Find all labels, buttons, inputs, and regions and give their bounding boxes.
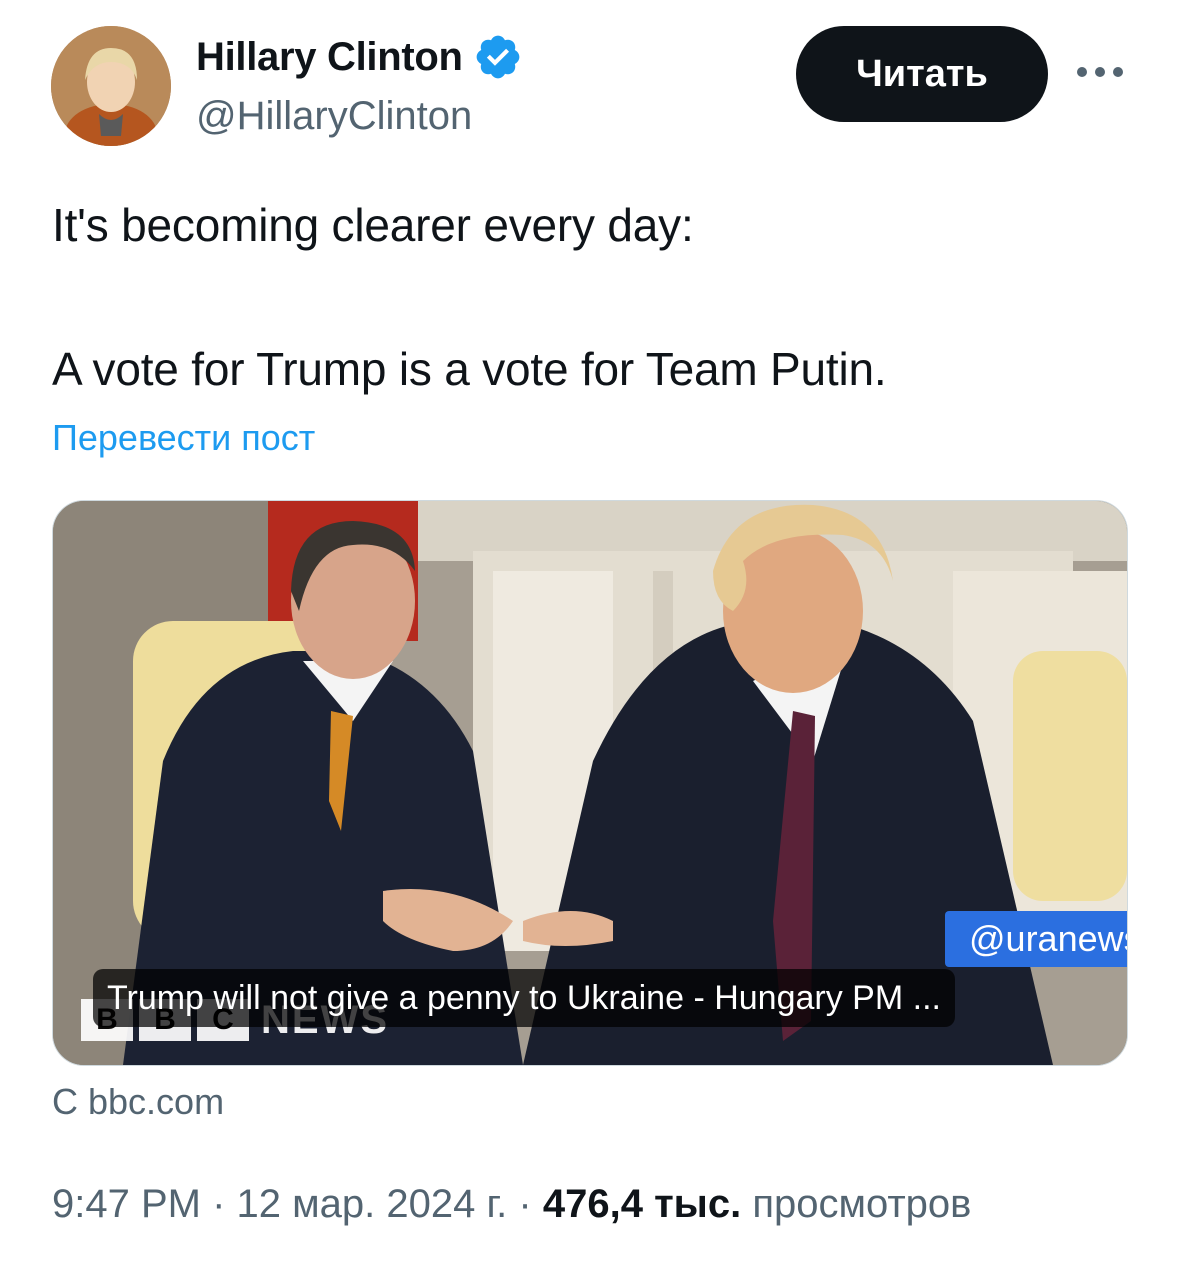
views-label: просмотров [752,1182,972,1226]
meta-separator: · [212,1182,226,1226]
link-preview-card[interactable]: @uranews B B C NEWS Trump will not give … [52,500,1128,1066]
author-handle[interactable]: @HillaryClinton [196,92,472,140]
translate-post-link[interactable]: Перевести пост [52,416,315,460]
tweet-time[interactable]: 9:47 PM [52,1182,201,1226]
tweet-body: It's becoming clearer every day: A vote … [52,196,1132,398]
tweet-metadata: 9:47 PM · 12 мар. 2024 г. · 476,4 тыс. п… [52,1178,971,1230]
source-watermark: @uranews [945,911,1127,967]
author-name-row: Hillary Clinton [196,32,523,82]
tweet-text-line-2: A vote for Trump is a vote for Team Puti… [52,343,887,395]
card-headline[interactable]: Trump will not give a penny to Ukraine -… [93,969,955,1027]
meta-separator: · [518,1182,532,1226]
tweet-header: Hillary Clinton @HillaryClinton Читать [0,0,1179,160]
author-avatar[interactable] [51,26,171,146]
card-source-domain[interactable]: С bbc.com [52,1080,224,1124]
verified-badge-icon [473,32,523,82]
more-horizontal-icon[interactable] [1072,58,1128,86]
tweet-date[interactable]: 12 мар. 2024 г. [237,1182,508,1226]
author-display-name[interactable]: Hillary Clinton [196,33,463,81]
tweet-text-line-1: It's becoming clearer every day: [52,199,694,251]
views-count[interactable]: 476,4 тыс. [543,1182,741,1226]
follow-button[interactable]: Читать [796,26,1048,122]
avatar-portrait [51,26,171,146]
